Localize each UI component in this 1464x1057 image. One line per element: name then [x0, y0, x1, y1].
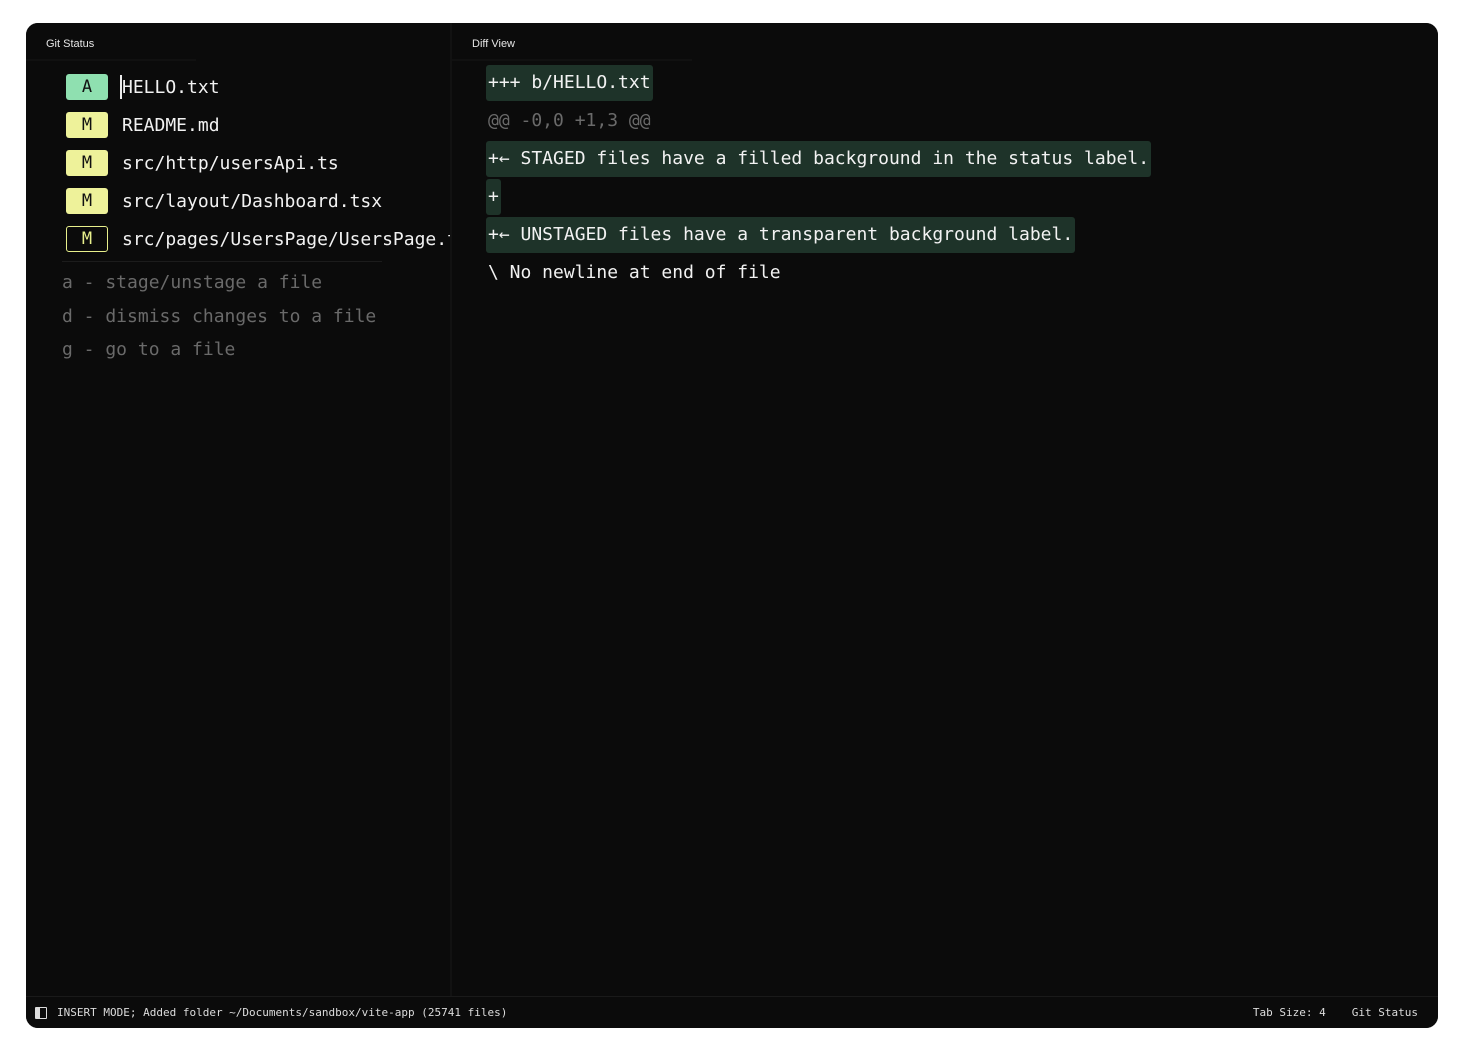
file-name[interactable]: src/http/usersApi.ts	[122, 153, 339, 174]
file-list: A HELLO.txt M README.md M src/http/users…	[66, 68, 456, 258]
file-row-userspage[interactable]: M src/pages/UsersPage/UsersPage.tsx	[66, 220, 456, 258]
file-row-usersapi[interactable]: M src/http/usersApi.ts	[66, 144, 456, 182]
keyboard-hints: a - stage/unstage a file d - dismiss cha…	[62, 269, 376, 370]
status-badge-modified[interactable]: M	[66, 150, 108, 176]
git-status-pane: Git Status A HELLO.txt M README.md M src…	[26, 23, 456, 996]
hints-divider	[62, 261, 382, 262]
hint-goto: g - go to a file	[62, 339, 236, 360]
status-badge-modified[interactable]: M	[66, 188, 108, 214]
diff-line: \ No newline at end of file	[486, 254, 1151, 292]
diff-line: +	[486, 178, 1151, 216]
text-cursor	[120, 75, 122, 99]
diff-added-line: +	[486, 179, 501, 215]
editor-window: Git Status A HELLO.txt M README.md M src…	[26, 23, 1438, 1028]
status-message: INSERT MODE; Added folder ~/Documents/sa…	[57, 1006, 508, 1019]
status-badge-added[interactable]: A	[66, 74, 108, 100]
diff-line: +← STAGED files have a filled background…	[486, 140, 1152, 178]
diff-line: +++ b/HELLO.txt	[486, 64, 1151, 102]
file-name[interactable]: README.md	[122, 115, 220, 136]
diff-line: @@ -0,0 +1,3 @@	[486, 102, 1151, 140]
file-row-hello[interactable]: A HELLO.txt	[66, 68, 456, 106]
tab-size-indicator[interactable]: Tab Size: 4	[1253, 1006, 1326, 1019]
git-status-title: Git Status	[46, 38, 95, 50]
file-name[interactable]: src/pages/UsersPage/UsersPage.tsx	[122, 229, 456, 250]
status-bar: INSERT MODE; Added folder ~/Documents/sa…	[26, 996, 1438, 1028]
hint-stage: a - stage/unstage a file	[62, 272, 323, 293]
file-name[interactable]: src/layout/Dashboard.tsx	[122, 191, 382, 212]
diff-view-title: Diff View	[472, 38, 516, 50]
git-status-title-rule	[26, 59, 196, 61]
diff-line: +← UNSTAGED files have a transparent bac…	[486, 216, 1151, 254]
diff-view-title-rule	[452, 59, 692, 61]
file-row-dashboard[interactable]: M src/layout/Dashboard.tsx	[66, 182, 456, 220]
diff-added-line: +← STAGED files have a filled background…	[486, 141, 1152, 177]
file-name[interactable]: HELLO.txt	[122, 77, 220, 98]
diff-added-line: +← UNSTAGED files have a transparent bac…	[486, 217, 1076, 253]
diff-view-pane: Diff View +++ b/HELLO.txt @@ -0,0 +1,3 @…	[452, 23, 1438, 996]
status-badge-modified[interactable]: M	[66, 112, 108, 138]
diff-content[interactable]: +++ b/HELLO.txt @@ -0,0 +1,3 @@ +← STAGE…	[486, 64, 1152, 292]
file-row-readme[interactable]: M README.md	[66, 106, 456, 144]
diff-file-header: +++ b/HELLO.txt	[486, 65, 653, 101]
hint-dismiss: d - dismiss changes to a file	[62, 305, 377, 327]
mode-indicator[interactable]: Git Status	[1352, 1006, 1418, 1019]
diff-no-newline-note: \ No newline at end of file	[488, 262, 781, 283]
diff-hunk-header: @@ -0,0 +1,3 @@	[488, 110, 651, 131]
status-badge-unstaged[interactable]: M	[66, 226, 108, 252]
sidebar-toggle-icon[interactable]	[35, 1006, 47, 1019]
status-right: Tab Size: 4 Git Status	[1253, 1006, 1418, 1019]
